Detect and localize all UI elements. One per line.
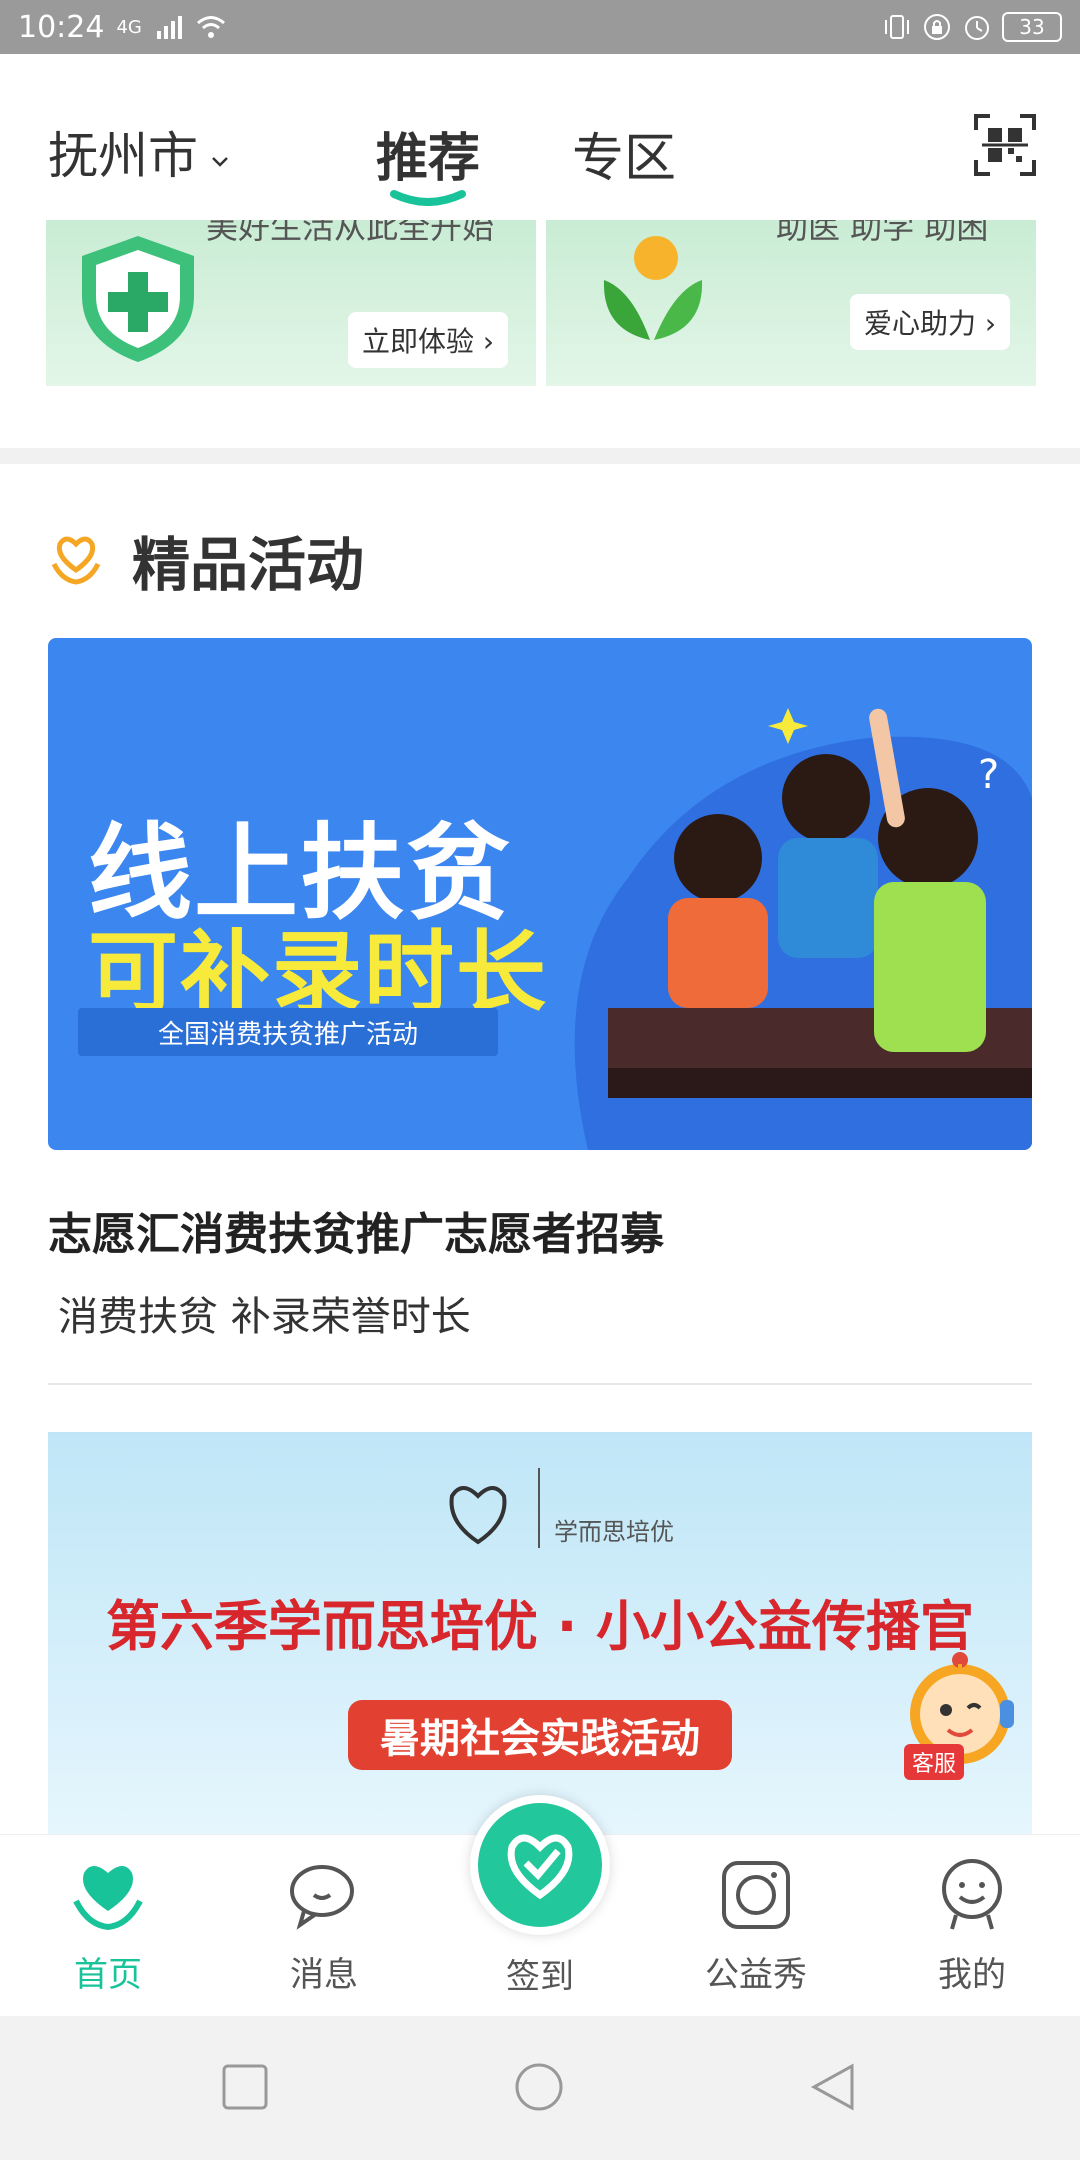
- top-nav: 抚州市 推荐 专区: [0, 54, 1080, 220]
- battery-indicator: 33: [1002, 12, 1062, 42]
- activity-subtitle: 消费扶贫 补录荣誉时长: [58, 1294, 471, 1340]
- chevron-down-icon: [210, 123, 230, 181]
- students-illustration: ?: [574, 708, 1032, 1150]
- camera-icon: [722, 1861, 790, 1929]
- chevron-right-icon: ›: [474, 325, 495, 358]
- vibrate-icon: [882, 12, 912, 42]
- tab-charity-show-label: 公益秀: [705, 1955, 807, 1995]
- city-label: 抚州市: [48, 127, 198, 185]
- logo-separator: [538, 1468, 540, 1548]
- tab-recommend-label: 推荐: [376, 129, 481, 189]
- tab-home-label: 首页: [74, 1955, 142, 1995]
- lock-rotation-icon: [922, 12, 952, 42]
- banner-card-insurance[interactable]: 美好生活从此全开始 立即体验 ›: [46, 220, 536, 386]
- activity-poster-1[interactable]: 线上扶贫 可补录时长 全国消费扶贫推广活动 ?: [48, 638, 1032, 1150]
- home-icon[interactable]: [514, 2062, 564, 2112]
- heart-hands-icon: [73, 1866, 143, 1931]
- tab-charity-show[interactable]: 公益秀: [676, 1855, 836, 1996]
- activity-poster-2[interactable]: 学而思培优 第六季学而思培优 · 小小公益传播官 暑期社会实践活动: [48, 1432, 1032, 1840]
- tab-profile-label: 我的: [938, 1955, 1006, 1995]
- tab-messages-label: 消息: [290, 1955, 358, 1995]
- back-icon[interactable]: [808, 2062, 858, 2112]
- heart-hands-icon: [51, 536, 101, 585]
- poster-tagline: 全国消费扶贫推广活动: [78, 1008, 498, 1056]
- network-label: 4G: [116, 16, 142, 38]
- city-selector[interactable]: 抚州市: [48, 116, 230, 188]
- checkin-button[interactable]: [470, 1795, 610, 1935]
- tab-home[interactable]: 首页: [28, 1855, 188, 1996]
- customer-service-label: 客服: [904, 1744, 965, 1780]
- checkin-circle: [478, 1803, 602, 1927]
- tab-active-indicator: [390, 190, 466, 206]
- poster-org: 学而思培优: [554, 1518, 674, 1546]
- chevron-right-icon: ›: [976, 307, 997, 340]
- wifi-icon: [196, 12, 226, 42]
- tab-zone-label: 专区: [572, 129, 677, 189]
- bottom-tab-bar: 首页 消息 签到 公益秀 我的: [0, 1795, 1080, 2016]
- qr-scan-icon: [974, 114, 1036, 176]
- signal-icon: [154, 12, 184, 42]
- leaf-sun-icon: [603, 236, 703, 340]
- tab-zone[interactable]: 专区: [572, 116, 676, 191]
- plus-shield-icon: [82, 236, 194, 362]
- love-help-button[interactable]: 爱心助力 ›: [850, 294, 1011, 350]
- banner-card-charity[interactable]: 助医 助学 助困 爱心助力 ›: [546, 220, 1036, 386]
- status-right: 33: [882, 12, 1062, 42]
- status-time: 10:24: [18, 9, 105, 45]
- tab-profile[interactable]: 我的: [892, 1855, 1052, 1996]
- alarm-icon: [962, 12, 992, 42]
- try-now-button[interactable]: 立即体验 ›: [348, 312, 509, 368]
- section-divider: [0, 448, 1080, 464]
- smile-face-icon: [942, 1859, 1002, 1930]
- foundation-logo-icon: [449, 1486, 507, 1545]
- chat-bubble-icon: [290, 1865, 354, 1930]
- status-bar: 10:24 4G 33: [0, 0, 1080, 54]
- poster-main-title: 第六季学而思培优 · 小小公益传播官: [105, 1595, 975, 1658]
- banner-cut-text: 美好生活从此全开始: [206, 220, 495, 246]
- tab-recommend[interactable]: 推荐: [376, 116, 480, 191]
- activity-title[interactable]: 志愿汇消费扶贫推广志愿者招募: [48, 1198, 664, 1262]
- activity-divider: [48, 1383, 1032, 1385]
- system-nav-bar: [0, 2016, 1080, 2160]
- try-now-label: 立即体验: [362, 325, 475, 358]
- check-heart-icon: [507, 1834, 573, 1900]
- tab-messages[interactable]: 消息: [244, 1855, 404, 1996]
- love-help-label: 爱心助力: [864, 307, 977, 340]
- scan-button[interactable]: [974, 114, 1036, 176]
- poster-pill: 暑期社会实践活动: [348, 1700, 732, 1770]
- section-title: 精品活动: [132, 531, 365, 599]
- svg-text:?: ?: [978, 752, 999, 798]
- recent-apps-icon[interactable]: [220, 2062, 270, 2112]
- banner-cut-text-2: 助医 助学 助困: [776, 220, 989, 246]
- status-left: 10:24 4G: [18, 10, 226, 45]
- tab-checkin-label: 签到: [506, 1957, 574, 1997]
